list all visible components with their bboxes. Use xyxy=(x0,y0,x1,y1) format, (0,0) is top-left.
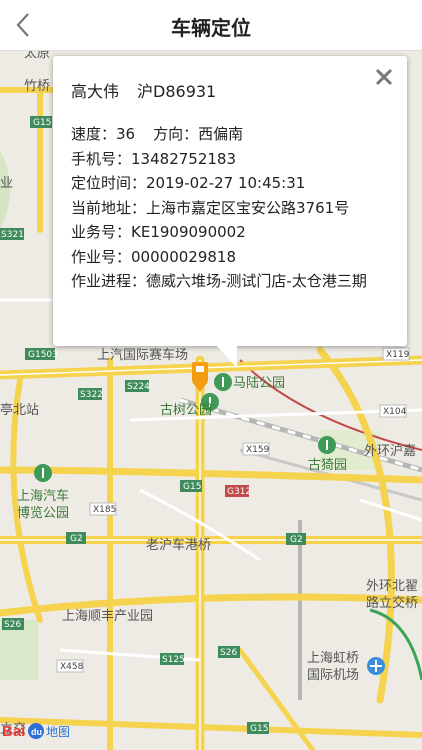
svg-text:X185: X185 xyxy=(93,505,116,515)
svg-text:G15: G15 xyxy=(250,724,268,734)
svg-text:老沪车港桥: 老沪车港桥 xyxy=(146,537,211,553)
svg-text:du: du xyxy=(31,727,42,737)
svg-text:G2: G2 xyxy=(290,535,303,545)
close-icon[interactable] xyxy=(373,66,395,88)
progress-row: 作业进程：德威六堆场-测试门店-太仓港三期 xyxy=(71,272,367,290)
svg-text:S26: S26 xyxy=(220,648,237,658)
map-label: 上汽国际赛车场 xyxy=(97,347,188,363)
popup-header: 高大伟 沪D86931 xyxy=(71,78,234,102)
svg-text:博览公园: 博览公园 xyxy=(17,505,69,521)
svg-text:X458: X458 xyxy=(60,662,84,672)
svg-text:外环北翟: 外环北翟 xyxy=(366,579,418,594)
svg-text:外环沪嘉: 外环沪嘉 xyxy=(364,443,416,459)
svg-text:X159: X159 xyxy=(246,445,270,455)
vehicle-info-popup: 高大伟 沪D86931 速度：36 方向：西偏南 手机号：13482752183 定… xyxy=(53,56,407,368)
svg-text:G1503: G1503 xyxy=(28,350,58,360)
svg-text:G312: G312 xyxy=(227,487,251,497)
vehicle-details: 速度：36 方向：西偏南 手机号：13482752183 定位时间：2019-02… xyxy=(71,122,393,294)
svg-text:G15: G15 xyxy=(183,482,201,492)
address-value: 上海市嘉定区宝安公路3761号 xyxy=(146,198,350,217)
speed-value: 36 xyxy=(116,125,136,143)
svg-text:S125: S125 xyxy=(162,655,185,665)
svg-text:路立交桥: 路立交桥 xyxy=(366,595,418,611)
time-row: 定位时间：2019-02-27 10:45:31 xyxy=(71,174,306,192)
popup-pointer xyxy=(217,346,237,368)
svg-text:G15: G15 xyxy=(33,118,51,128)
svg-text:X119: X119 xyxy=(386,350,410,360)
phone-row: 手机号：13482752183 xyxy=(71,149,236,168)
svg-text:竹桥: 竹桥 xyxy=(24,79,50,94)
time-value: 2019-02-27 10:45:31 xyxy=(146,174,306,192)
address-row: 当前地址：上海市嘉定区宝安公路3761号 xyxy=(71,198,350,217)
svg-text:地图: 地图 xyxy=(46,725,70,739)
baidu-map-logo: Bai du 地图 xyxy=(2,723,70,740)
business-value: KE1909090002 xyxy=(131,223,246,241)
svg-text:业: 业 xyxy=(0,176,13,191)
job-value: 00000029818 xyxy=(131,247,236,266)
svg-text:S224: S224 xyxy=(127,382,150,392)
page-title: 车辆定位 xyxy=(171,16,251,40)
direction-value: 西偏南 xyxy=(198,125,244,143)
svg-text:X104: X104 xyxy=(383,407,407,417)
svg-text:上海顺丰产业园: 上海顺丰产业园 xyxy=(62,609,153,624)
svg-text:亭北站: 亭北站 xyxy=(0,402,39,418)
phone-value: 13482752183 xyxy=(131,149,236,168)
business-row: 业务号：KE1909090002 xyxy=(71,223,246,241)
svg-text:马陆公园: 马陆公园 xyxy=(233,375,285,391)
speed-row: 速度：36 方向：西偏南 xyxy=(71,125,244,143)
svg-text:上海虹桥: 上海虹桥 xyxy=(307,651,359,666)
job-row: 作业号：00000029818 xyxy=(71,247,236,266)
nav-bar: 车辆定位 xyxy=(0,0,422,51)
plate-number: 沪D86931 xyxy=(137,82,217,101)
svg-text:S322: S322 xyxy=(80,390,103,400)
svg-text:古树公园: 古树公园 xyxy=(160,403,212,418)
svg-text:太原: 太原 xyxy=(24,51,50,61)
svg-text:G2: G2 xyxy=(70,534,83,544)
svg-text:上海汽车: 上海汽车 xyxy=(17,488,69,504)
driver-name: 高大伟 xyxy=(71,82,120,101)
svg-text:国际机场: 国际机场 xyxy=(307,668,359,683)
svg-text:S321: S321 xyxy=(1,230,24,240)
progress-value: 德威六堆场-测试门店-太仓港三期 xyxy=(146,272,367,290)
svg-text:古猗园: 古猗园 xyxy=(308,458,347,473)
svg-text:S26: S26 xyxy=(4,620,21,630)
svg-text:Bai: Bai xyxy=(2,723,25,740)
